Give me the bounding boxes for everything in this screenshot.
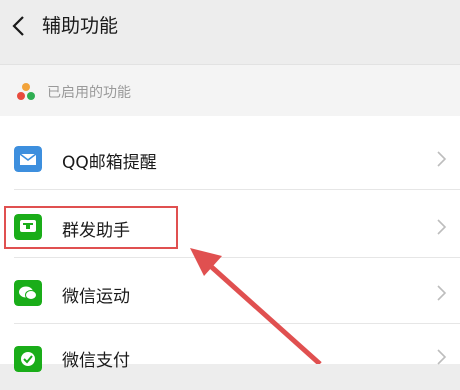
list-item-label: 微信支付	[62, 351, 130, 371]
divider	[14, 189, 460, 190]
list-item-wechat-sports[interactable]: 微信运动	[0, 262, 460, 324]
divider	[14, 323, 460, 324]
page-title: 辅助功能	[42, 15, 119, 37]
back-arrow-icon[interactable]	[8, 14, 32, 38]
chevron-right-icon	[437, 151, 447, 167]
section-label: 已启用的功能	[47, 85, 131, 101]
chevron-right-icon	[437, 285, 447, 301]
divider	[14, 257, 460, 258]
wechat-icon	[14, 280, 42, 306]
chevron-right-icon	[437, 349, 447, 365]
navigation-bar: 辅助功能	[0, 0, 460, 64]
wechat-pay-icon	[14, 346, 42, 372]
list-item-group-message[interactable]: 群发助手	[0, 196, 460, 258]
chevron-right-icon	[437, 219, 447, 235]
mail-icon	[14, 146, 42, 172]
group-message-icon	[14, 214, 42, 240]
dots-icon	[17, 83, 35, 100]
list-item-qq-mail[interactable]: QQ邮箱提醒	[0, 128, 460, 190]
list-item-label: 微信运动	[62, 287, 130, 307]
list-item-wechat-pay[interactable]: 微信支付	[0, 328, 460, 390]
list-item-label: 群发助手	[62, 221, 130, 241]
section-header: 已启用的功能	[0, 64, 460, 117]
list-item-label: QQ邮箱提醒	[62, 153, 157, 173]
